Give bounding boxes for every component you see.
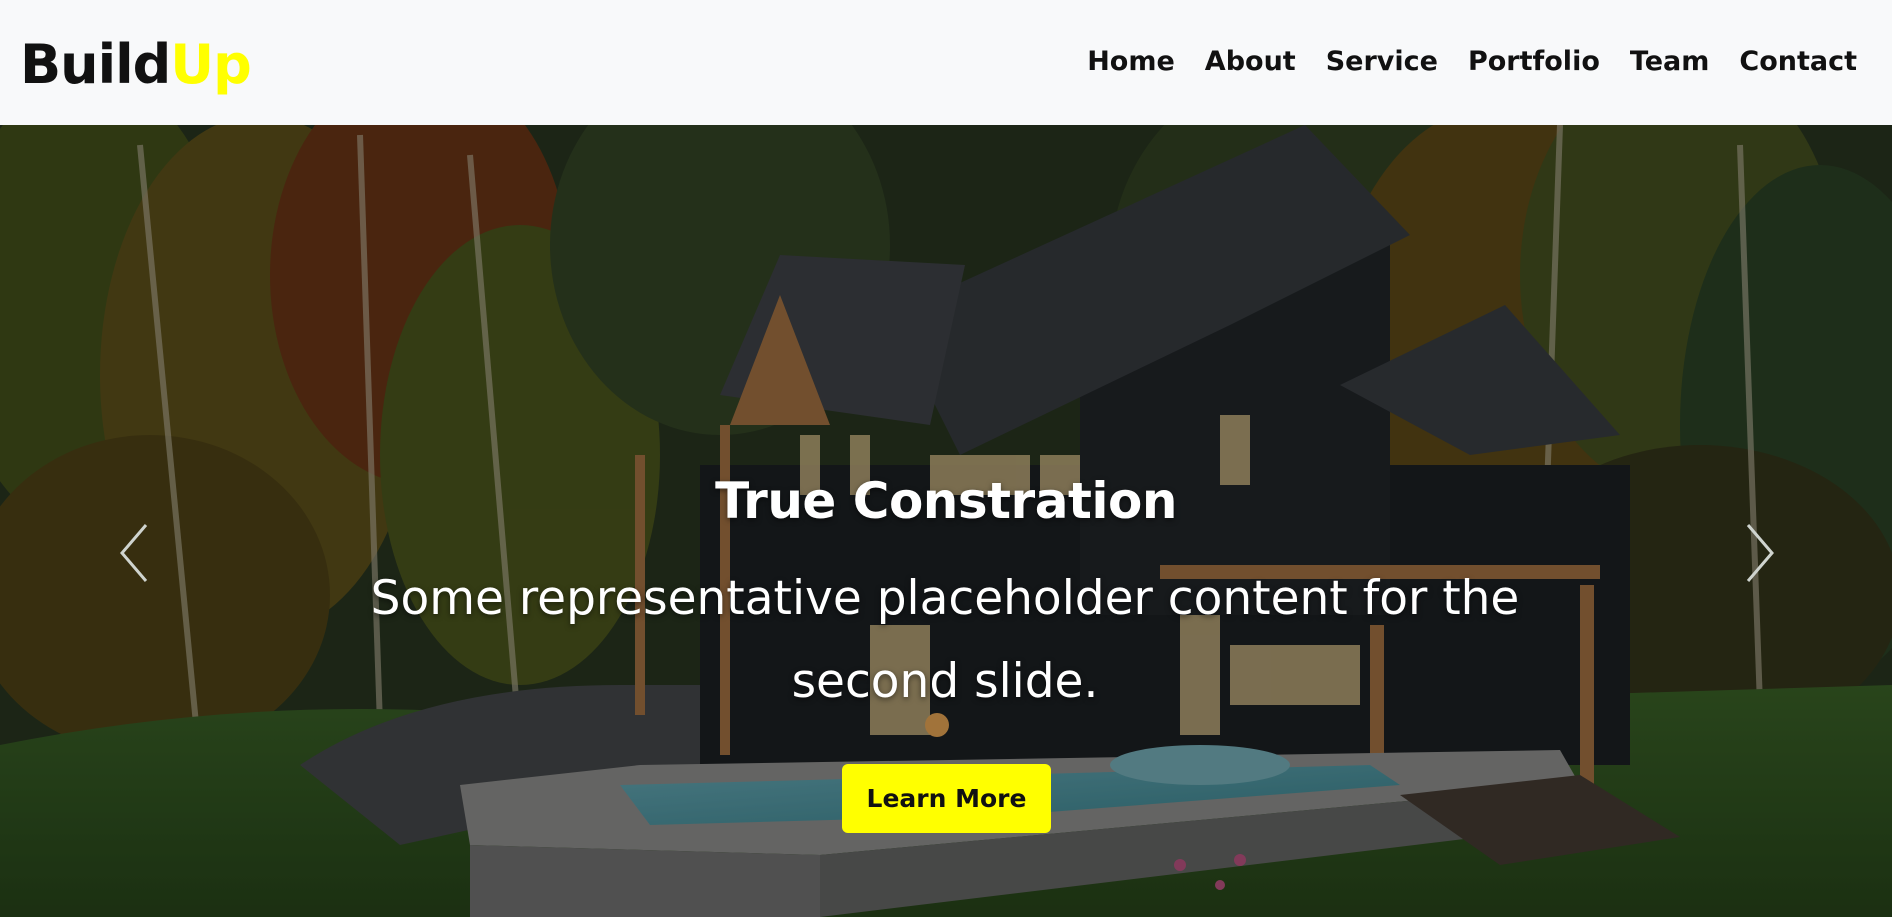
learn-more-button[interactable]: Learn More <box>842 764 1051 833</box>
slide-title: True Constration <box>715 472 1177 530</box>
hero-carousel: True Constration Some representative pla… <box>0 125 1892 917</box>
nav-links: Home About Service Portfolio Team Contac… <box>1072 46 1872 77</box>
nav-link-about[interactable]: About <box>1190 46 1311 77</box>
nav-link-team[interactable]: Team <box>1615 46 1725 77</box>
navbar: BuildUp Home About Service Portfolio Tea… <box>0 0 1892 125</box>
chevron-right-icon <box>1746 524 1774 582</box>
chevron-left-icon <box>120 524 148 582</box>
nav-link-portfolio[interactable]: Portfolio <box>1453 46 1615 77</box>
carousel-prev-button[interactable] <box>108 513 168 593</box>
brand-logo[interactable]: BuildUp <box>20 33 252 96</box>
brand-name-part1: Build <box>20 33 171 96</box>
brand-name-part2: Up <box>170 33 252 96</box>
slide-text: Some representative placeholder content … <box>370 571 1520 709</box>
nav-link-home[interactable]: Home <box>1072 46 1190 77</box>
nav-link-service[interactable]: Service <box>1311 46 1453 77</box>
nav-link-contact[interactable]: Contact <box>1724 46 1872 77</box>
carousel-next-button[interactable] <box>1726 513 1786 593</box>
